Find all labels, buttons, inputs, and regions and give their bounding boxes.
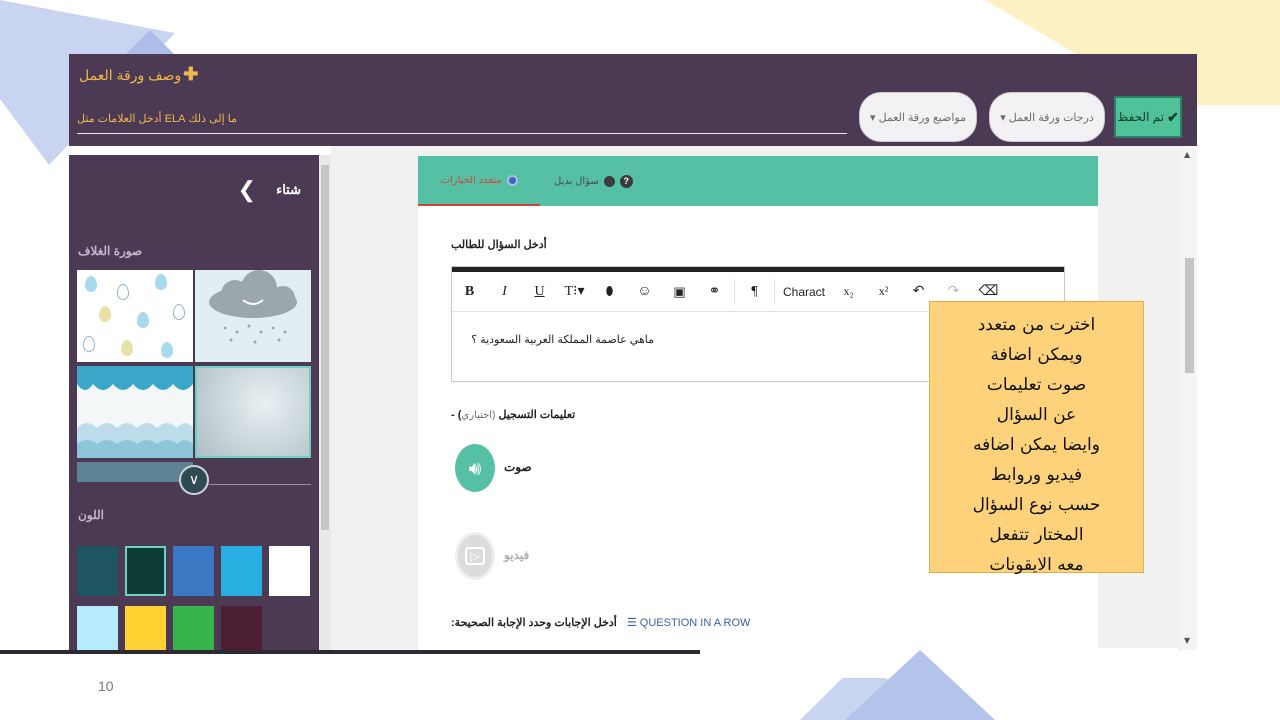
scroll-up-icon[interactable]: ▲: [1184, 150, 1190, 159]
worksheet-title: وصف ورقة العمل ✚: [79, 64, 198, 85]
audio-label: صوت: [504, 460, 532, 474]
callout-line: عن السؤال: [996, 405, 1077, 425]
slide: 10 وصف ورقة العمل ✚ ما إلى ذلك ELA أدخل ا…: [0, 0, 1280, 720]
italic-button[interactable]: I: [487, 277, 522, 307]
plus-circle-icon: [603, 175, 615, 187]
scroll-thumb[interactable]: [321, 165, 329, 530]
cover-section-label: صورة الغلاف: [78, 244, 143, 258]
recording-instructions-label: - (تعليمات التسجيل (اختياري: [451, 408, 575, 421]
bottom-strip: [873, 648, 1178, 650]
tags-input[interactable]: ما إلى ذلك ELA أدخل العلامات مثل: [77, 112, 847, 134]
callout-line: وايضا يمكن اضافه: [973, 435, 1100, 455]
scroll-down-icon[interactable]: ▼: [1184, 636, 1190, 645]
grades-label: درجات ورقة العمل: [1008, 111, 1094, 124]
video-label: فيديو: [504, 548, 530, 562]
callout-line: فيديو وروابط: [990, 465, 1083, 485]
color-swatch[interactable]: [77, 546, 118, 596]
callout-line: اخترت من متعدد: [977, 315, 1096, 335]
color-section-label: اللون: [78, 508, 104, 522]
cover-stars[interactable]: [77, 462, 193, 482]
color-swatch[interactable]: [173, 606, 214, 650]
tab-multiple-choice[interactable]: متعدد الخيارات: [418, 156, 540, 206]
tab-label: متعدد الخيارات: [440, 174, 502, 186]
cover-cloud[interactable]: [195, 270, 311, 362]
link-icon[interactable]: ⚭: [697, 277, 732, 307]
sidebar-scrollbar[interactable]: [319, 155, 331, 650]
tab-alternative-question[interactable]: سؤال بديل ?: [554, 156, 664, 206]
color-swatch-selected[interactable]: [125, 546, 166, 596]
main-scrollbar[interactable]: ▲ ▼: [1182, 146, 1197, 650]
bold-button[interactable]: B: [452, 277, 487, 307]
font-size-button[interactable]: T⁝▾: [557, 277, 592, 307]
decor-line: [0, 650, 700, 654]
help-icon[interactable]: ?: [619, 174, 633, 188]
image-icon[interactable]: ▣: [662, 277, 697, 307]
plus-icon[interactable]: ✚: [183, 64, 198, 84]
annotation-callout: اخترت من متعدد ويمكن اضافة صوت تعليمات ع…: [929, 301, 1144, 575]
video-play-icon[interactable]: ▷: [455, 532, 495, 580]
color-swatch[interactable]: [77, 606, 118, 650]
question-in-row-toggle[interactable]: ☰ QUESTION IN A ROW: [627, 616, 751, 629]
tags-placeholder: ما إلى ذلك ELA أدخل العلامات مثل: [77, 113, 237, 125]
emoji-icon[interactable]: ☺: [627, 277, 662, 307]
color-swatch[interactable]: [173, 546, 214, 596]
tab-label: سؤال بديل: [554, 175, 599, 187]
speaker-icon[interactable]: 🔊︎: [455, 444, 495, 492]
underline-button[interactable]: U: [522, 277, 557, 307]
page-number: 10: [98, 678, 114, 694]
list-icon: ☰: [626, 617, 637, 629]
answers-label-text: :أدخل الإجابات وحدد الإجابة الصحيحة: [451, 617, 617, 629]
color-swatch[interactable]: [221, 546, 262, 596]
scroll-thumb[interactable]: [1185, 258, 1194, 373]
callout-line: معه الايقونات: [989, 555, 1084, 575]
toolbar-separator: [774, 278, 775, 305]
paragraph-icon[interactable]: ¶: [737, 277, 772, 307]
save-label: تم الحفظ: [1117, 110, 1165, 124]
special-character-button[interactable]: Charact: [777, 277, 831, 307]
prompt-label: أدخل السؤال للطالب: [451, 239, 547, 251]
color-swatch[interactable]: [269, 546, 310, 596]
cover-snow-selected[interactable]: [195, 366, 311, 458]
subscript-icon[interactable]: x₂: [831, 277, 866, 307]
dropdown-caret-icon: ▾: [1000, 111, 1006, 124]
chevron-left-icon[interactable]: ❮: [238, 177, 256, 203]
superscript-icon[interactable]: x²: [866, 277, 901, 307]
cover-waves[interactable]: [77, 366, 193, 458]
check-icon: ✔: [1167, 108, 1179, 125]
question-in-row-label: QUESTION IN A ROW: [639, 617, 751, 629]
callout-line: حسب نوع السؤال: [972, 495, 1101, 515]
color-swatch[interactable]: [221, 606, 262, 650]
color-swatch[interactable]: [125, 606, 166, 650]
save-button[interactable]: تم الحفظ ✔: [1114, 96, 1182, 138]
cover-raindrops[interactable]: [77, 270, 193, 362]
theme-sidebar: ❮ شتاء صورة الغلاف ∨ اللون: [69, 155, 319, 650]
callout-line: ويمكن اضافة: [990, 345, 1083, 365]
theme-name: شتاء: [276, 182, 301, 197]
topics-dropdown[interactable]: ▾ مواضيع ورقة العمل: [859, 92, 977, 142]
radio-icon: [506, 174, 518, 186]
optional-text: (اختياري: [461, 410, 496, 421]
answers-label: :أدخل الإجابات وحدد الإجابة الصحيحة ☰ QU…: [451, 616, 750, 629]
callout-line: صوت تعليمات: [986, 375, 1087, 395]
top-bar: وصف ورقة العمل ✚ ما إلى ذلك ELA أدخل العل…: [69, 54, 1197, 146]
title-text: وصف ورقة العمل: [79, 67, 182, 83]
color-drop-icon[interactable]: ⬮: [592, 277, 627, 307]
dropdown-caret-icon: ▾: [869, 111, 876, 124]
question-type-tabs: متعدد الخيارات سؤال بديل ?: [418, 156, 1098, 206]
grades-dropdown[interactable]: ▾ درجات ورقة العمل: [989, 92, 1105, 142]
topics-label: مواضيع ورقة العمل: [878, 111, 967, 124]
toolbar-separator: [734, 278, 735, 305]
callout-line: المختار تتفعل: [989, 525, 1084, 545]
divider: [209, 484, 311, 485]
theme-header[interactable]: ❮ شتاء: [238, 177, 301, 203]
chevron-down-icon[interactable]: ∨: [179, 465, 209, 495]
question-text[interactable]: ماهي عاصمة المملكة العربية السعودية ؟: [471, 333, 654, 346]
